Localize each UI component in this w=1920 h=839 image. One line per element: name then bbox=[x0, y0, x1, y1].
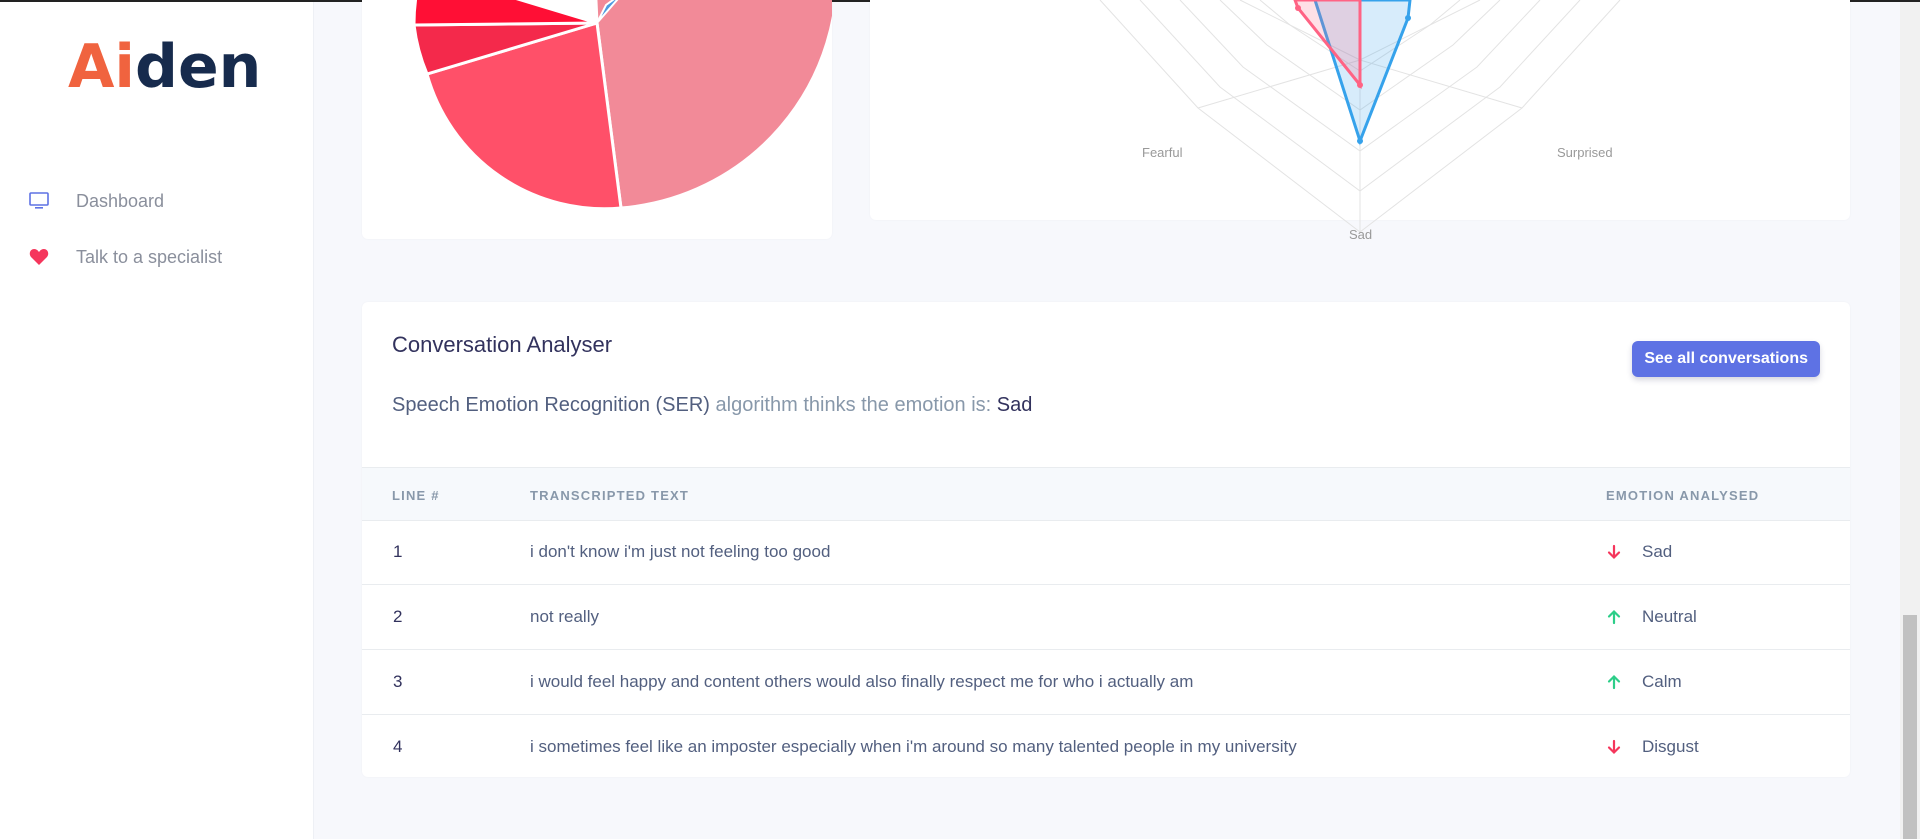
row-line-number: 2 bbox=[393, 607, 403, 626]
column-header-text: TRANSCRIPTED TEXT bbox=[530, 488, 690, 503]
radar-label-sad: Sad bbox=[1349, 227, 1372, 242]
conversation-analyser-card: Conversation Analyser See all conversati… bbox=[362, 302, 1850, 777]
sidebar-item-dashboard[interactable]: Dashboard bbox=[28, 185, 164, 217]
page-scrollbar-thumb[interactable] bbox=[1903, 615, 1917, 839]
table-header: LINE # TRANSCRIPTED TEXT EMOTION ANALYSE… bbox=[362, 467, 1850, 521]
row-emotion: Disgust bbox=[1606, 737, 1699, 757]
row-line-number: 1 bbox=[393, 542, 403, 561]
ser-prefix: Speech Emotion Recognition (SER) bbox=[392, 394, 710, 416]
row-emotion-label: Calm bbox=[1642, 672, 1682, 691]
column-header-emotion: EMOTION ANALYSED bbox=[1606, 488, 1760, 503]
logo-part-den: den bbox=[135, 32, 262, 102]
app-logo[interactable]: Aiden bbox=[68, 32, 261, 102]
emotion-pie-chart bbox=[412, 0, 832, 211]
sidebar-item-label: Dashboard bbox=[76, 190, 165, 211]
ser-emotion: Sad bbox=[996, 394, 1033, 416]
sidebar: Aiden Dashboard Talk to a specialist bbox=[0, 2, 314, 839]
arrow-down-icon bbox=[1606, 739, 1622, 755]
sidebar-item-label: Talk to a specialist bbox=[76, 246, 223, 267]
see-all-conversations-button[interactable]: See all conversations bbox=[1632, 341, 1820, 377]
arrow-up-icon bbox=[1606, 674, 1622, 690]
row-emotion-label: Disgust bbox=[1642, 737, 1699, 756]
arrow-up-icon bbox=[1606, 609, 1622, 625]
table-row: 2 not really Neutral bbox=[362, 585, 1850, 650]
row-emotion: Calm bbox=[1606, 672, 1682, 692]
table-row: 1 i don't know i'm just not feeling too … bbox=[362, 520, 1850, 585]
pie-slice bbox=[594, 0, 832, 210]
table-row: 4 i sometimes feel like an imposter espe… bbox=[362, 715, 1850, 779]
row-line-number: 4 bbox=[393, 737, 403, 756]
row-emotion: Neutral bbox=[1606, 607, 1697, 627]
row-transcript: i would feel happy and content others wo… bbox=[530, 672, 1194, 691]
row-transcript: not really bbox=[530, 607, 599, 626]
emotion-pie-card bbox=[362, 0, 832, 239]
row-emotion: Sad bbox=[1606, 542, 1672, 562]
card-title: Conversation Analyser bbox=[392, 332, 613, 357]
sidebar-item-talk-to-specialist[interactable]: Talk to a specialist bbox=[28, 241, 222, 273]
radar-point bbox=[1357, 82, 1363, 88]
arrow-down-icon bbox=[1606, 544, 1622, 560]
pie-slice bbox=[412, 0, 598, 27]
logo-part-ai: Ai bbox=[68, 32, 136, 102]
ser-middle: algorithm thinks the emotion is: bbox=[709, 394, 997, 416]
radar-point bbox=[1357, 138, 1363, 144]
ser-result: Speech Emotion Recognition (SER) algorit… bbox=[392, 394, 1032, 417]
radar-point bbox=[1295, 5, 1301, 11]
column-header-line: LINE # bbox=[392, 488, 440, 503]
radar-label-fearful: Fearful bbox=[1142, 145, 1183, 160]
row-transcript: i don't know i'm just not feeling too go… bbox=[530, 542, 831, 561]
row-transcript: i sometimes feel like an imposter especi… bbox=[530, 737, 1297, 756]
radar-label-surprised: Surprised bbox=[1557, 145, 1613, 160]
monitor-icon bbox=[28, 190, 50, 212]
row-emotion-label: Sad bbox=[1642, 542, 1673, 561]
emotion-radar-chart: Fearful Surprised Sad bbox=[1099, 0, 1621, 242]
radar-point bbox=[1405, 15, 1411, 21]
row-line-number: 3 bbox=[393, 672, 403, 691]
heart-icon bbox=[28, 246, 50, 268]
row-emotion-label: Neutral bbox=[1642, 607, 1697, 626]
table-row: 3 i would feel happy and content others … bbox=[362, 650, 1850, 715]
